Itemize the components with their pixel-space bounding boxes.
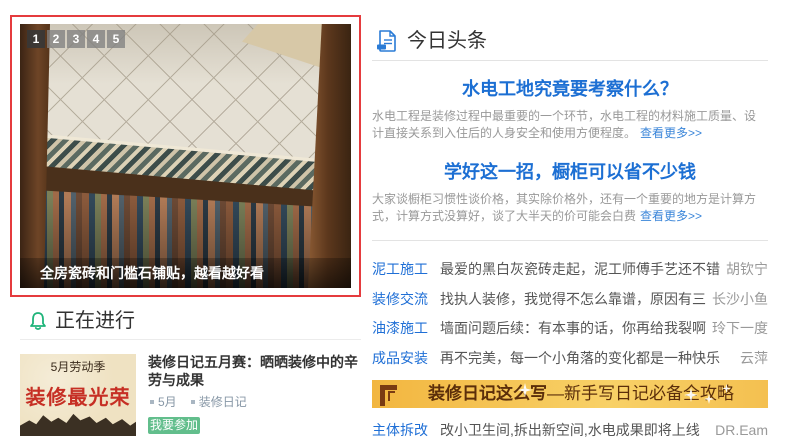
slide-photo[interactable]: 1 2 3 4 5 全房瓷砖和门槛石铺贴，越看越好看 <box>20 24 351 288</box>
headline-title-link[interactable]: 水电工地究竟要考察什么？ <box>372 78 768 100</box>
read-more-link[interactable]: 查看更多>> <box>640 126 702 140</box>
join-button[interactable]: 我要参加 <box>148 417 200 434</box>
row-category-link[interactable]: 成品安装 <box>372 348 428 368</box>
activity-tags: 5月 装修日记 <box>150 394 247 410</box>
activity-title-link[interactable]: 装修日记五月赛：晒晒装修中的辛劳与成果 <box>148 353 360 389</box>
list-divider <box>372 240 768 241</box>
row-category-link[interactable]: 油漆施工 <box>372 318 428 338</box>
ongoing-divider <box>20 339 361 340</box>
slide-number-button[interactable]: 1 <box>27 30 45 48</box>
activity-tag[interactable]: 5月 <box>150 394 177 410</box>
row-author-link[interactable]: 玲下一度 <box>708 318 768 338</box>
diary-guide-banner[interactable]: 装修日记这么写—新手写日记必备全攻略 <box>372 380 768 408</box>
list-item[interactable]: 主体拆改 改小卫生间,拆出新空间,水电成果即将上线 DR.Eam <box>372 420 768 440</box>
banner-title: 装修日记这么写 <box>428 384 547 403</box>
row-category-link[interactable]: 装修交流 <box>372 289 428 309</box>
row-author-link[interactable]: DR.Eam <box>711 420 768 440</box>
thumbnail-silhouette <box>20 413 136 436</box>
activity-tag[interactable]: 装修日记 <box>190 394 247 410</box>
slide-caption-link[interactable]: 全房瓷砖和门槛石铺贴，越看越好看 <box>40 258 264 288</box>
bell-icon <box>30 312 46 330</box>
read-more-link[interactable]: 查看更多>> <box>640 209 702 223</box>
headline-summary: 大家谈橱柜习惯性谈价格，其实除价格外，还有一个重要的地方是计算方式，计算方式没算… <box>372 191 762 225</box>
list-item[interactable]: 装修交流 找执人装修，我觉得不怎么靠谱，原因有三 长沙小鱼 <box>372 289 768 309</box>
row-title-link[interactable]: 找执人装修，我觉得不怎么靠谱，原因有三 <box>440 289 740 309</box>
list-item[interactable]: 油漆施工 墙面问题后续：有本事的话，你再给我裂啊 玲下一度 <box>372 318 768 338</box>
slide-pager: 1 2 3 4 5 <box>27 30 125 48</box>
headline-summary: 水电工程是装修过程中最重要的一个环节，水电工程的材料施工质量、设计直接关系到入住… <box>372 108 762 142</box>
thumbnail-headline: 装修最光荣 <box>25 387 131 409</box>
row-author-link[interactable]: 长沙小鱼 <box>708 289 768 309</box>
thumbnail-subtitle: 5月劳动季 <box>50 360 106 374</box>
top-news-title: 今日头条 <box>407 30 487 52</box>
row-title-link[interactable]: 最爱的黑白灰瓷砖走起，泥工师傅手艺还不错 <box>440 259 740 279</box>
headline-title-link[interactable]: 学好这一招，橱柜可以省不少钱 <box>372 161 768 183</box>
document-icon <box>377 30 396 52</box>
row-category-link[interactable]: 泥工施工 <box>372 259 428 279</box>
row-title-link[interactable]: 墙面问题后续：有本事的话，你再给我裂啊 <box>440 318 740 338</box>
banner-subtitle: —新手写日记必备全攻略 <box>547 384 734 403</box>
slide-number-button[interactable]: 2 <box>47 30 65 48</box>
slide-number-button[interactable]: 5 <box>107 30 125 48</box>
slide-number-button[interactable]: 3 <box>67 30 85 48</box>
page: 1 2 3 4 5 全房瓷砖和门槛石铺贴，越看越好看 正在进行 5月劳动季 装修… <box>0 0 787 448</box>
slide-number-button[interactable]: 4 <box>87 30 105 48</box>
row-author-link[interactable]: 胡钦宁 <box>722 259 768 279</box>
activity-thumbnail[interactable]: 5月劳动季 装修最光荣 <box>20 354 136 436</box>
quote-mark-decoration-inner <box>388 391 395 401</box>
row-title-link[interactable]: 改小卫生间,拆出新空间,水电成果即将上线 <box>440 420 740 440</box>
list-item[interactable]: 成品安装 再不完美，每一个小角落的变化都是一种快乐 云萍 <box>372 348 768 368</box>
list-item[interactable]: 泥工施工 最爱的黑白灰瓷砖走起，泥工师傅手艺还不错 胡钦宁 <box>372 259 768 279</box>
top-news-divider <box>372 60 768 61</box>
ongoing-section-title: 正在进行 <box>55 310 135 332</box>
row-title-link[interactable]: 再不完美，每一个小角落的变化都是一种快乐 <box>440 348 740 368</box>
row-category-link[interactable]: 主体拆改 <box>372 420 428 440</box>
row-author-link[interactable]: 云萍 <box>736 348 768 368</box>
